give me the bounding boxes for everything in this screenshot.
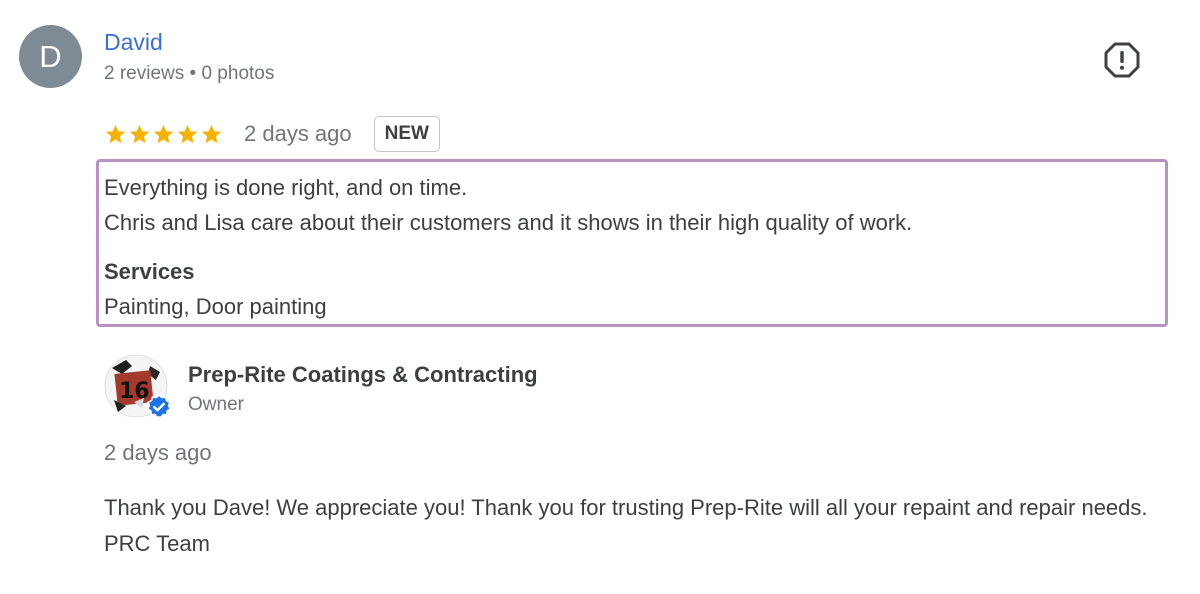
services-value: Painting, Door painting (104, 294, 327, 319)
star-icon (129, 124, 150, 143)
reviewer-meta: 2 reviews • 0 photos (104, 63, 275, 84)
rating-row: 2 days ago NEW (104, 114, 440, 154)
reviewer-avatar[interactable]: D (19, 25, 82, 88)
star-rating (104, 123, 223, 146)
reply-date: 2 days ago (104, 440, 212, 465)
star-icon (153, 124, 174, 143)
owner-role: Owner (188, 394, 244, 415)
verified-badge-icon (146, 394, 172, 419)
business-name[interactable]: Prep-Rite Coatings & Contracting (188, 360, 538, 390)
review-text: Everything is done right, and on time. C… (104, 170, 912, 240)
services-label: Services (104, 259, 195, 284)
review-text-line: Chris and Lisa care about their customer… (104, 210, 913, 235)
star-icon (105, 124, 126, 143)
new-badge: NEW (373, 116, 440, 152)
star-icon (201, 124, 222, 143)
reply-text: Thank you Dave! We appreciate you! Thank… (104, 495, 1148, 556)
report-icon[interactable] (1104, 42, 1140, 78)
reviewer-name-link[interactable]: David (104, 28, 163, 56)
avatar-letter: D (39, 39, 62, 74)
review-date: 2 days ago (244, 121, 352, 146)
review-text-line: Everything is done right, and on time. (104, 175, 468, 200)
star-icon (177, 124, 198, 143)
